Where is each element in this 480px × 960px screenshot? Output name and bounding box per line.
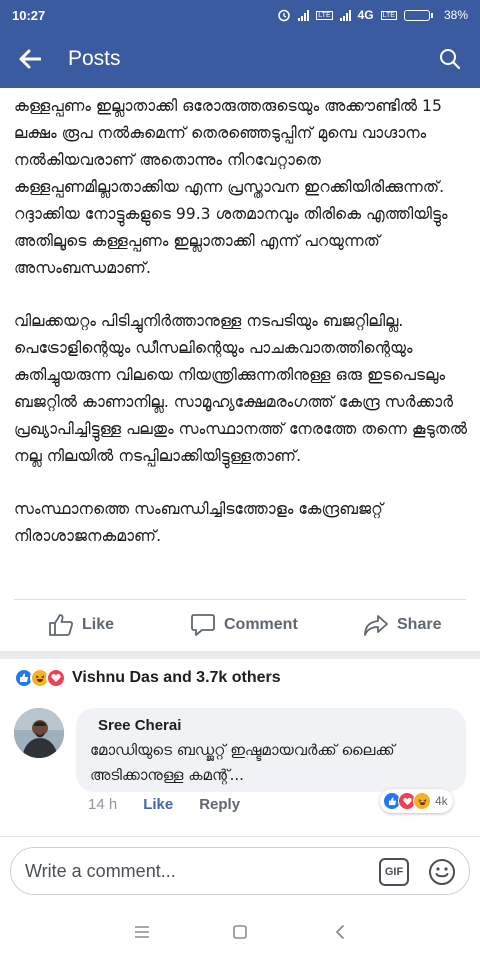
- haha-icon: [413, 792, 431, 810]
- post-paragraph: കള്ളപ്പണം ഇല്ലാതാക്കി ഒരോരുത്തരുടെയും അക…: [14, 97, 448, 277]
- volte-icon: LTE: [316, 10, 333, 20]
- like-label: Like: [82, 616, 115, 633]
- back-button[interactable]: [0, 30, 60, 88]
- comment-button[interactable]: Comment: [190, 613, 298, 637]
- menu-icon: [135, 926, 149, 938]
- status-time: 10:27: [12, 7, 46, 23]
- comment-input[interactable]: Write a comment... GIF: [10, 847, 470, 895]
- battery-icon: [403, 9, 433, 21]
- reaction-icons: [14, 668, 66, 688]
- smiley-icon: [429, 859, 455, 885]
- status-icons: LTE 4G LTE 38%: [277, 8, 468, 22]
- search-icon: [440, 49, 461, 70]
- divider: [14, 599, 466, 600]
- comment-reply-button[interactable]: Reply: [199, 796, 240, 813]
- volte-icon-2: LTE: [380, 10, 397, 20]
- gif-button[interactable]: GIF: [379, 858, 409, 886]
- header: Posts: [0, 30, 480, 88]
- post-actions: Like Comment Share: [0, 603, 480, 647]
- network-type: 4G: [357, 8, 374, 22]
- emoji-button[interactable]: [427, 857, 457, 887]
- system-back-button[interactable]: [326, 918, 354, 946]
- share-button[interactable]: Share: [363, 613, 441, 637]
- system-nav-bar: [0, 904, 480, 960]
- thumbs-up-icon: [49, 614, 74, 636]
- comment-author[interactable]: Sree Cherai: [98, 717, 452, 734]
- home-icon: [233, 925, 247, 939]
- home-button[interactable]: [226, 918, 254, 946]
- post-text: കള്ളപ്പണം ഇല്ലാതാക്കി ഒരോരുത്തരുടെയും അക…: [14, 88, 470, 593]
- comment-composer-bar: Write a comment... GIF: [0, 836, 480, 904]
- avatar[interactable]: [14, 708, 64, 758]
- comment-text: മോഡിയുടെ ബഡ്ജറ്റ് ഇഷ്ടമായവർക്ക് ലൈക്ക് അ…: [90, 741, 395, 784]
- comment-time: 14 h: [88, 796, 118, 813]
- menu-button[interactable]: [128, 918, 156, 946]
- post-paragraph: വിലക്കയറ്റം പിടിച്ചുനിർത്താനുള്ള നടപടിയു…: [14, 312, 468, 465]
- comment-icon: [191, 614, 215, 636]
- comment-label: Comment: [224, 616, 298, 633]
- reactions-count: Vishnu Das and 3.7k others: [72, 669, 281, 686]
- search-button[interactable]: [420, 30, 480, 88]
- love-icon: [46, 668, 66, 688]
- comment-bubble[interactable]: Sree Cherai മോഡിയുടെ ബഡ്ജറ്റ് ഇഷ്ടമായവർക…: [76, 708, 466, 792]
- reactions-summary[interactable]: Vishnu Das and 3.7k others: [14, 664, 281, 692]
- like-button[interactable]: Like: [48, 613, 114, 637]
- signal-icon-2: [339, 9, 351, 21]
- section-separator: [0, 651, 480, 659]
- share-label: Share: [397, 616, 442, 633]
- post-paragraph: സംസ്ഥാനത്തെ സംബന്ധിച്ചിടത്തോളം കേന്ദ്രബജ…: [14, 500, 383, 545]
- arrow-left-icon: [19, 49, 41, 69]
- comment-reactions[interactable]: 4k: [380, 789, 453, 813]
- comment-input-placeholder[interactable]: Write a comment...: [25, 861, 176, 882]
- chevron-left-icon: [335, 925, 344, 939]
- status-bar: 10:27 LTE 4G LTE 38%: [0, 0, 480, 30]
- alarm-icon: [278, 9, 291, 22]
- comment-like-button[interactable]: Like: [143, 796, 173, 813]
- comment-reaction-count: 4k: [435, 794, 448, 808]
- comment-meta: 14 h Like Reply: [88, 796, 240, 813]
- page-title: Posts: [68, 47, 121, 70]
- signal-icon: [298, 9, 310, 21]
- battery-label: 38%: [443, 8, 468, 22]
- share-icon: [364, 615, 388, 636]
